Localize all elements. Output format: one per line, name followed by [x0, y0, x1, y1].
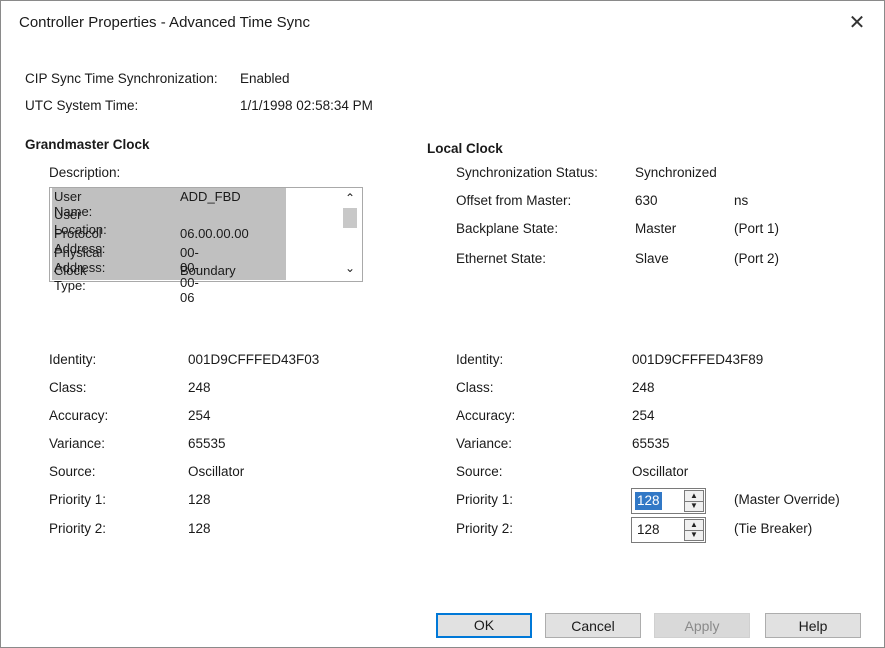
help-button[interactable]: Help — [765, 613, 861, 638]
priority1-spin-buttons[interactable]: ▲ ▼ — [684, 490, 704, 512]
gm-class-value: 248 — [188, 380, 211, 395]
gm-accuracy-label: Accuracy: — [49, 408, 109, 423]
close-icon[interactable]: ✕ — [844, 10, 870, 36]
listbox-scrollbar[interactable]: ⌃ ⌄ — [340, 188, 360, 280]
description-list: User Name: ADD_FBD User Location: Protoc… — [52, 188, 286, 305]
sync-status-value: Synchronized — [635, 165, 717, 180]
cancel-button[interactable]: Cancel — [545, 613, 641, 638]
description-label: Description: — [49, 165, 121, 180]
lc-identity-label: Identity: — [456, 352, 504, 367]
ethernet-state-value: Slave — [635, 251, 669, 266]
cip-sync-label: CIP Sync Time Synchronization: — [25, 71, 218, 86]
lc-source-label: Source: — [456, 464, 503, 479]
backplane-state-value: Master — [635, 221, 677, 236]
apply-button[interactable]: Apply — [654, 613, 750, 638]
local-clock-heading: Local Clock — [427, 141, 503, 156]
gm-variance-value: 65535 — [188, 436, 226, 451]
ok-button[interactable]: OK — [436, 613, 532, 638]
description-listbox[interactable]: User Name: ADD_FBD User Location: Protoc… — [49, 187, 363, 305]
chevron-up-icon[interactable]: ⌃ — [340, 190, 360, 206]
priority2-input[interactable]: 128 — [635, 521, 662, 539]
offset-unit: ns — [734, 193, 749, 208]
lc-accuracy-label: Accuracy: — [456, 408, 516, 423]
gm-class-label: Class: — [49, 380, 87, 395]
spin-down-icon[interactable]: ▼ — [685, 530, 703, 540]
backplane-state-label: Backplane State: — [456, 221, 559, 236]
sync-status-label: Synchronization Status: — [456, 165, 598, 180]
priority2-note: (Tie Breaker) — [734, 521, 813, 536]
lc-priority1-label: Priority 1: — [456, 492, 514, 507]
gm-priority2-label: Priority 2: — [49, 521, 107, 536]
lc-variance-label: Variance: — [456, 436, 513, 451]
lc-class-value: 248 — [632, 380, 655, 395]
advanced-time-sync-dialog: Controller Properties - Advanced Time Sy… — [0, 0, 885, 648]
chevron-down-icon[interactable]: ⌄ — [340, 260, 360, 276]
lc-accuracy-value: 254 — [632, 408, 655, 423]
lc-source-value: Oscillator — [632, 464, 689, 479]
gm-variance-label: Variance: — [49, 436, 106, 451]
gm-source-label: Source: — [49, 464, 96, 479]
title-bar: Controller Properties - Advanced Time Sy… — [1, 1, 884, 47]
priority2-stepper[interactable]: 128 ▲ ▼ — [631, 517, 706, 543]
gm-priority1-label: Priority 1: — [49, 492, 107, 507]
gm-identity-value: 001D9CFFFED43F03 — [188, 352, 320, 367]
priority2-spin-buttons[interactable]: ▲ ▼ — [684, 519, 704, 541]
priority1-stepper[interactable]: 128 ▲ ▼ — [631, 488, 706, 514]
scrollbar-thumb[interactable] — [343, 208, 357, 228]
lc-class-label: Class: — [456, 380, 494, 395]
window-title: Controller Properties - Advanced Time Sy… — [19, 14, 310, 31]
lc-variance-value: 65535 — [632, 436, 670, 451]
ethernet-state-label: Ethernet State: — [456, 251, 547, 266]
lc-identity-value: 001D9CFFFED43F89 — [632, 352, 764, 367]
backplane-port: (Port 1) — [734, 221, 780, 236]
gm-priority2-value: 128 — [188, 521, 211, 536]
utc-time-value: 1/1/1998 02:58:34 PM — [240, 98, 373, 113]
spin-down-icon[interactable]: ▼ — [685, 501, 703, 511]
offset-value: 630 — [635, 193, 658, 208]
priority1-input[interactable]: 128 — [635, 492, 662, 510]
cip-sync-value: Enabled — [240, 71, 290, 86]
lc-priority2-label: Priority 2: — [456, 521, 514, 536]
gm-priority1-value: 128 — [188, 492, 211, 507]
priority1-note: (Master Override) — [734, 492, 840, 507]
utc-time-label: UTC System Time: — [25, 98, 139, 113]
offset-label: Offset from Master: — [456, 193, 572, 208]
gm-accuracy-value: 254 — [188, 408, 211, 423]
grandmaster-heading: Grandmaster Clock — [25, 137, 150, 152]
ethernet-port: (Port 2) — [734, 251, 780, 266]
gm-source-value: Oscillator — [188, 464, 245, 479]
gm-identity-label: Identity: — [49, 352, 97, 367]
